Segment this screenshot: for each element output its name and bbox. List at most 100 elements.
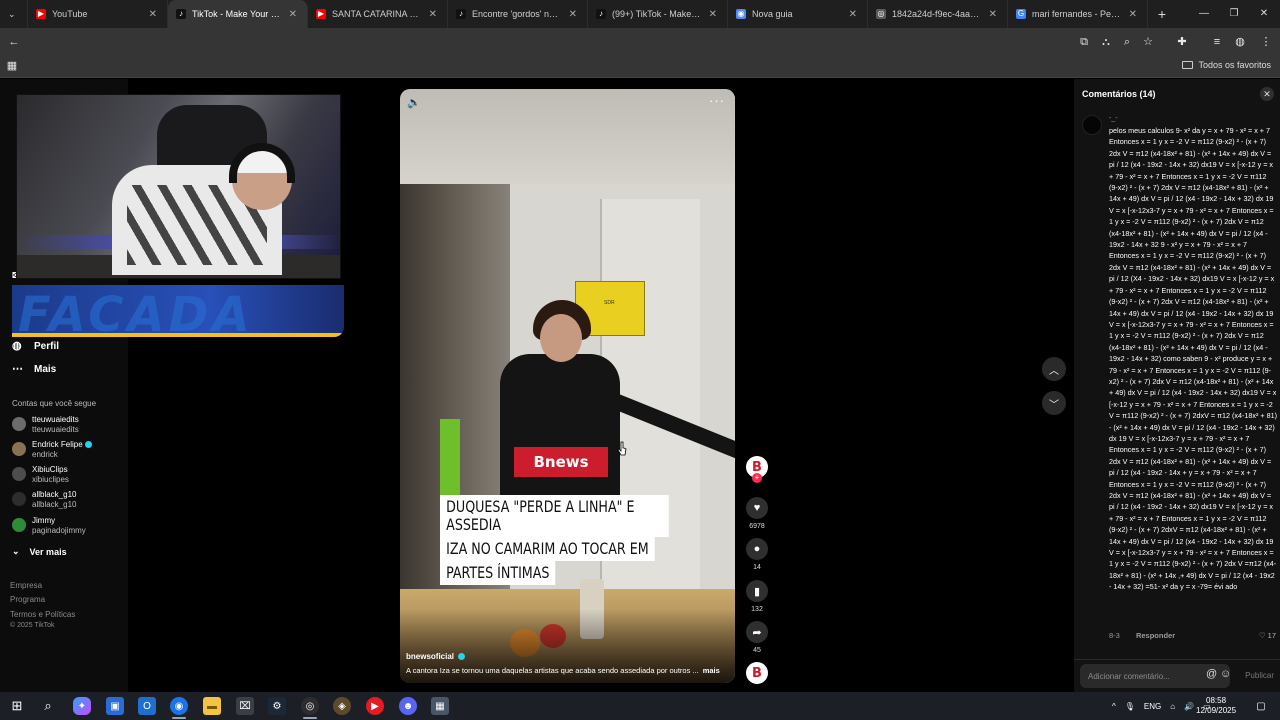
tab-close-icon[interactable]: ✕ (429, 9, 437, 20)
following-account[interactable]: Endrick Felipe endrick (12, 440, 92, 459)
tab-close-icon[interactable]: ✕ (149, 9, 157, 20)
play-icon: ▶ (371, 700, 379, 712)
reply-button[interactable]: Responder (1136, 631, 1175, 640)
save-button[interactable]: ▮ 132 (746, 580, 768, 613)
apps-grid-icon[interactable]: ▦ (4, 58, 20, 74)
install-icon[interactable]: ⧉ (1076, 34, 1092, 50)
profile-avatar-icon[interactable]: ◍ (1232, 34, 1248, 50)
share-button[interactable]: ➦ 45 (746, 621, 768, 654)
account-name: XibiuClips (32, 465, 68, 474)
chevron-up-icon[interactable]: ^ (1112, 702, 1116, 711)
comment-like-button[interactable]: ♡ 17 (1259, 631, 1276, 640)
browser-tab[interactable]: ♪ Encontre 'gordos' no TikT ✕ (448, 0, 588, 28)
tab-favicon-icon: ▶ (36, 9, 46, 19)
sidebar-item-mais[interactable]: ⋯ Mais (12, 363, 56, 375)
next-video-button[interactable]: ﹀ (1042, 391, 1066, 415)
browser-tab[interactable]: ♪ (99+) TikTok - Make Your ✕ (588, 0, 728, 28)
see-more-button[interactable]: ⌄ Ver mais (12, 546, 67, 557)
chevron-down-icon: ⌄ (12, 546, 20, 556)
terminal-app[interactable]: ⌧ (236, 697, 254, 715)
like-button[interactable]: ♥ 6978 (746, 497, 768, 530)
avatar (12, 492, 26, 506)
tab-close-icon[interactable]: ✕ (709, 9, 717, 20)
copilot-app[interactable]: ✦ (73, 697, 91, 715)
footer-link[interactable]: Programa (10, 595, 45, 604)
close-comments-button[interactable]: ✕ (1260, 87, 1274, 101)
footer-link[interactable]: Termos e Políticas (10, 610, 75, 619)
outlook-app[interactable]: O (138, 697, 156, 715)
language-indicator[interactable]: ENG (1144, 702, 1161, 711)
menu-dots-icon[interactable]: ⋮ (1258, 34, 1274, 50)
caption-more-link[interactable]: mais (703, 666, 720, 675)
tab-close-icon[interactable]: ✕ (849, 9, 857, 20)
tab-close-icon[interactable]: ✕ (1129, 9, 1137, 20)
close-window-button[interactable]: ✕ (1248, 0, 1280, 28)
steam-app[interactable]: ⚙ (268, 697, 286, 715)
comment-button[interactable]: ● 14 (746, 538, 768, 571)
sidebar-item-perfil[interactable]: ◍ Perfil (12, 340, 59, 352)
following-account[interactable]: XibiuClips xibiuclipes (12, 465, 69, 484)
tab-close-icon[interactable]: ✕ (989, 9, 997, 20)
calculator-app[interactable]: ▦ (431, 697, 449, 715)
mention-icon[interactable]: @ (1206, 668, 1217, 680)
avatar (12, 442, 26, 456)
browser-tab[interactable]: ▶ SANTA CATARINA PARAÍS ✕ (308, 0, 448, 28)
tab-close-icon[interactable]: ✕ (569, 9, 577, 20)
chrome-app[interactable]: ◉ (170, 697, 188, 715)
footer-link[interactable]: Empresa (10, 581, 42, 590)
bookmark-icon: ▮ (746, 580, 768, 602)
close-icon: ✕ (1263, 89, 1271, 99)
start-button[interactable]: ⊞ (8, 697, 26, 715)
bookmark-star-icon[interactable]: ☆ (1140, 34, 1156, 50)
taskbar-clock[interactable]: 08:58 12/09/2025 (1196, 696, 1236, 716)
minimize-button[interactable]: — (1188, 0, 1220, 28)
extensions-icon[interactable]: ✚ (1174, 34, 1190, 50)
browser-tab[interactable]: ◉ Nova guia ✕ (728, 0, 868, 28)
browser-tab[interactable]: ♪ TikTok - Make Your Day ✕ (168, 0, 308, 28)
media-icon[interactable]: ≡ (1209, 34, 1225, 50)
all-bookmarks-button[interactable]: Todos os favoritos (1182, 60, 1271, 70)
notifications-button[interactable]: ▢ (1252, 697, 1270, 715)
video-player[interactable]: SDR Bnews DUQUESA "PERDE A LINHA" E ASSE… (400, 89, 735, 683)
video-author[interactable]: bnewsoficial (406, 652, 466, 661)
maximize-button[interactable]: ❐ (1218, 0, 1250, 28)
media-player-app[interactable]: ▶ (366, 697, 384, 715)
avatar (12, 417, 26, 431)
follow-plus-icon[interactable]: + (752, 473, 762, 483)
game-app[interactable]: ◈ (333, 697, 351, 715)
publish-button[interactable]: Publicar (1245, 671, 1274, 680)
zoom-icon[interactable]: ⌕ (1119, 34, 1135, 50)
browser-tab[interactable]: Gmari fernandes - Pesquisa ✕ (1008, 0, 1148, 28)
emoji-icon[interactable]: ☺ (1220, 668, 1231, 680)
new-tab-button[interactable]: + (1148, 6, 1176, 22)
volume-icon[interactable]: 🔈 (407, 96, 421, 109)
discord-app[interactable]: ☻ (399, 697, 417, 715)
previous-video-button[interactable]: ︿ (1042, 357, 1066, 381)
following-account[interactable]: allblack_g10 allblack_g10 (12, 490, 76, 509)
comment-count: 14 (753, 564, 761, 571)
network-icon[interactable]: ⌂ (1170, 702, 1175, 711)
following-account[interactable]: tteuwuaiedits tteuwuaiedits (12, 415, 79, 434)
volume-icon[interactable]: 🔊 (1184, 702, 1194, 711)
avatar[interactable] (1082, 115, 1102, 135)
store-app[interactable]: ▣ (106, 697, 124, 715)
plus-icon: + (1157, 6, 1167, 22)
translate-icon[interactable]: ⛬ (1098, 34, 1114, 50)
sound-disc[interactable]: B (746, 662, 768, 684)
search-button[interactable]: ⌕ (39, 697, 57, 715)
tab-menu[interactable]: ⌄ (0, 0, 28, 28)
creator-avatar[interactable]: B + (746, 456, 768, 483)
browser-tab[interactable]: ▶ YouTube ✕ (28, 0, 168, 28)
store-icon: ▣ (110, 700, 120, 712)
browser-tab[interactable]: ◎ 1842a24d-f9ec-4aa0-b15 ✕ (868, 0, 1008, 28)
more-options-icon[interactable]: ··· (709, 93, 725, 108)
obs-app[interactable]: ◎ (301, 697, 319, 715)
bookmarks-bar: ▦ Todos os favoritos (0, 56, 1280, 78)
file-explorer-app[interactable]: ▬ (203, 697, 221, 715)
comment-composer: @ ☺ Publicar (1074, 659, 1280, 692)
back-icon[interactable]: ← (6, 34, 22, 50)
comment-username[interactable]: -_- (1109, 115, 1118, 122)
tab-close-icon[interactable]: ✕ (289, 9, 297, 20)
following-account[interactable]: Jimmy paginadojimmy (12, 516, 86, 535)
microphone-icon[interactable]: 🎙 (1125, 702, 1135, 711)
